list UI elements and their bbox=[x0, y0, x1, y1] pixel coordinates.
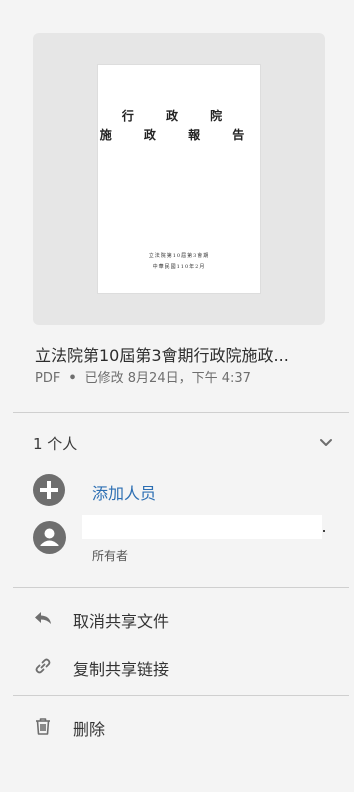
add-person-label: 添加人员 bbox=[92, 484, 157, 503]
divider bbox=[13, 695, 349, 696]
add-person-button[interactable]: 添加人员 bbox=[33, 474, 253, 506]
plus-circle-icon bbox=[33, 474, 65, 506]
file-name: 立法院第10屆第3會期行政院施政... bbox=[35, 346, 289, 365]
separator-dot: • bbox=[68, 371, 77, 386]
owner-name bbox=[82, 515, 322, 539]
document-thumbnail-footer-line2: 中華民國110年2月 bbox=[152, 264, 206, 270]
owner-role: 所有者 bbox=[92, 549, 129, 563]
copy-share-link-label: 复制共享链接 bbox=[73, 660, 170, 679]
owner-name-edge-mark bbox=[323, 530, 325, 532]
copy-share-link-button[interactable]: 复制共享链接 bbox=[33, 654, 333, 679]
document-thumbnail-title-line1: 行 政 院 bbox=[121, 109, 237, 123]
file-metadata: PDF • 已修改 8月24日，下午 4:37 bbox=[35, 367, 251, 386]
file-modified: 已修改 8月24日，下午 4:37 bbox=[84, 371, 251, 386]
people-section-toggle[interactable]: 1 个人 bbox=[33, 433, 333, 455]
divider bbox=[13, 412, 349, 413]
document-thumbnail-title-line2: 施 政 報 告 bbox=[99, 128, 259, 142]
document-thumbnail-page: 行 政 院 施 政 報 告 立法院第10屆第3會期 中華民國110年2月 bbox=[98, 65, 260, 293]
unshare-file-label: 取消共享文件 bbox=[73, 612, 170, 631]
unshare-file-button[interactable]: 取消共享文件 bbox=[33, 606, 333, 631]
trash-icon bbox=[36, 718, 50, 735]
document-thumbnail-footer-line1: 立法院第10屆第3會期 bbox=[148, 253, 210, 259]
delete-label: 删除 bbox=[73, 720, 106, 739]
file-type: PDF bbox=[35, 371, 61, 386]
link-icon bbox=[35, 658, 51, 674]
chevron-down-icon bbox=[320, 439, 332, 446]
owner-entry: 所有者 bbox=[33, 515, 333, 565]
reply-arrow-icon bbox=[35, 612, 51, 624]
divider bbox=[13, 587, 349, 588]
person-icon bbox=[33, 521, 66, 554]
people-count: 1 个人 bbox=[33, 435, 78, 453]
delete-button[interactable]: 删除 bbox=[33, 714, 333, 739]
